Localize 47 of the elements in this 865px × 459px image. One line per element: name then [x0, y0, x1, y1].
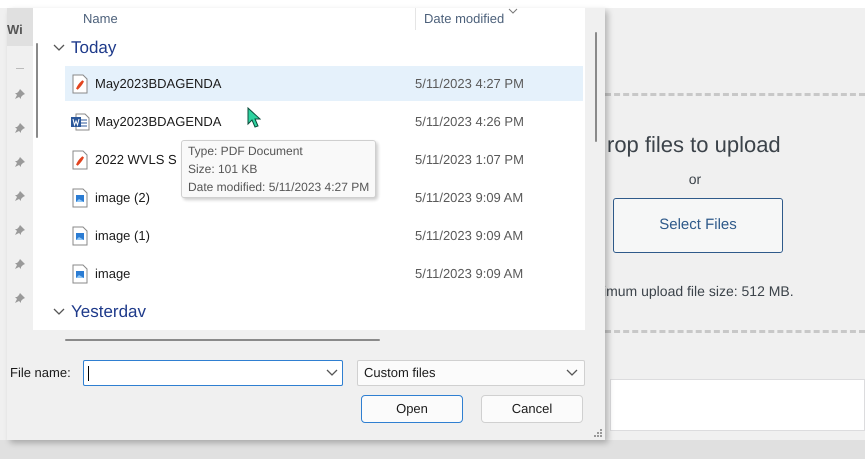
cancel-button[interactable]: Cancel: [481, 395, 583, 423]
chevron-icon[interactable]: [53, 44, 65, 52]
tooltip-text: Type: PDF Document: [188, 143, 304, 160]
drop-heading: rop files to upload: [607, 131, 782, 159]
file-date: 5/11/2023 9:09 AM: [415, 226, 524, 245]
scrollbar-thumb[interactable]: [595, 32, 597, 142]
select-files-button[interactable]: Select Files: [613, 198, 783, 253]
group-header[interactable]: Yesterdav: [48, 294, 585, 330]
group-label: Yesterdav: [71, 301, 146, 324]
tooltip-text: Size: 101 KB: [188, 161, 258, 178]
nav-item[interactable]: Wi: [7, 8, 33, 46]
pin-icon: [15, 191, 25, 201]
pin-icon: [15, 259, 25, 269]
file-name-label: File name:: [10, 364, 72, 382]
tooltip-text: Date modified: 5/11/2023 4:27 PM: [188, 179, 370, 196]
pin-icon: [15, 123, 25, 133]
file-date: 5/11/2023 4:27 PM: [415, 74, 524, 93]
or-text: or: [688, 170, 702, 189]
pin-icon: [15, 89, 25, 99]
file-name: image (1): [95, 228, 150, 242]
file-date: 5/11/2023 9:09 AM: [415, 188, 524, 207]
file-name: image (2): [95, 190, 150, 204]
file-name: May2023BDAGENDA: [95, 114, 222, 128]
chevron-icon[interactable]: [53, 308, 65, 316]
file-date: 5/11/2023 9:09 AM: [415, 264, 524, 283]
file-date: 5/11/2023 1:07 PM: [415, 150, 524, 169]
pin-icon: [15, 293, 25, 303]
file-name-field[interactable]: [83, 360, 343, 386]
dropdown-chevron-icon: [566, 369, 578, 377]
pin-icon: [15, 157, 25, 167]
scrollbar-thumb[interactable]: [36, 43, 38, 138]
column-header[interactable]: Date modified: [415, 8, 504, 30]
file-name: 2022 WVLS S: [95, 152, 177, 166]
file-row[interactable]: May2023BDAGENDA 5/11/2023 4:27 PM: [65, 66, 583, 101]
file-date: 5/11/2023 4:26 PM: [415, 112, 524, 131]
dropdown-chevron-icon: [326, 369, 338, 377]
scrollbar-thumb[interactable]: [65, 339, 380, 341]
file-type-dropdown[interactable]: Custom files: [357, 360, 585, 386]
pin-icon: [15, 225, 25, 235]
file-name: image: [95, 266, 130, 280]
column-header[interactable]: Name: [48, 8, 415, 30]
resize-grip-icon[interactable]: [594, 429, 602, 437]
group-header[interactable]: Today: [48, 30, 585, 66]
file-name: May2023BDAGENDA: [95, 76, 222, 90]
open-button[interactable]: Open: [361, 395, 463, 423]
mouse-cursor-icon: [247, 107, 261, 128]
group-label: Today: [71, 37, 116, 60]
